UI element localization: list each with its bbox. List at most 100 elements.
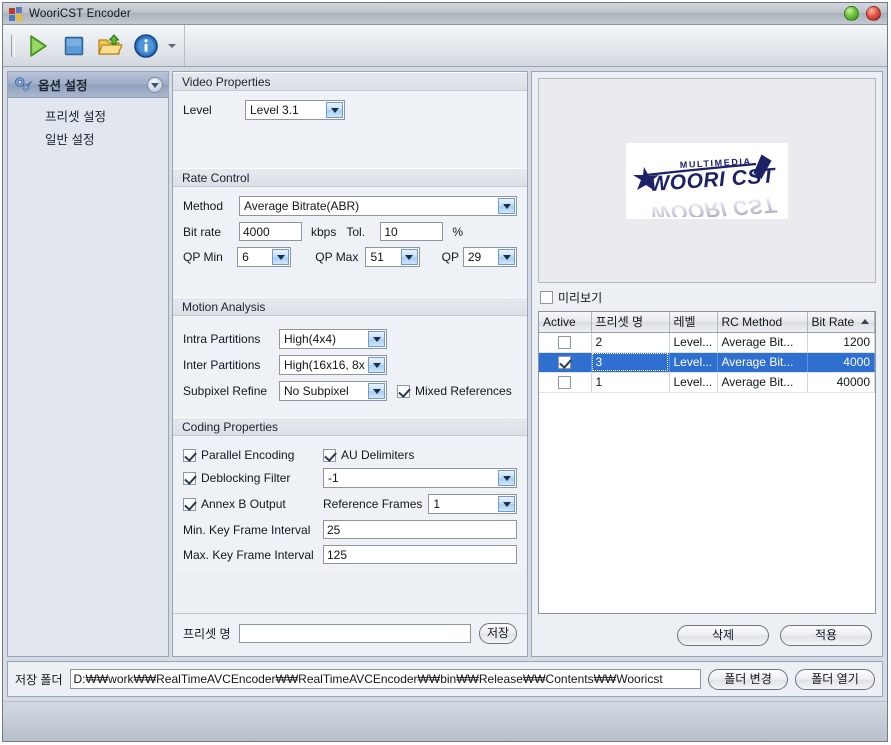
save-folder-input[interactable] [69, 669, 701, 689]
row-bitrate-cell: 40000 [807, 372, 875, 393]
max-key-frame-interval-label: Max. Key Frame Interval [183, 547, 314, 562]
chevron-down-icon[interactable] [498, 249, 516, 265]
preview-area: MULTIMEDIA WOORI CST WOORI CST [538, 78, 876, 283]
apply-preset-button[interactable]: 적용 [780, 624, 872, 646]
change-folder-button[interactable]: 폴더 변경 [708, 668, 788, 690]
row-level-cell: Level... [669, 372, 718, 393]
sidebar-item-preset-settings[interactable]: 프리셋 설정 [8, 106, 168, 129]
chevron-down-icon[interactable] [326, 102, 343, 118]
sidebar-header-label: 옵션 설정 [38, 79, 88, 93]
deblocking-filter-checkbox[interactable]: Deblocking Filter [183, 471, 323, 485]
qpmin-select[interactable]: 6 [237, 247, 292, 267]
preview-and-presets-panel: MULTIMEDIA WOORI CST WOORI CST 미리보기 Acti… [531, 71, 883, 657]
preview-checkbox-label: 미리보기 [558, 291, 603, 305]
reference-frames-label: Reference Frames [323, 497, 423, 511]
method-label: Method [183, 199, 224, 213]
qp-select[interactable]: 29 [462, 247, 518, 267]
about-button[interactable] [128, 29, 164, 63]
open-folder-button[interactable]: 폴더 열기 [795, 668, 875, 690]
mixed-references-checkbox[interactable]: Mixed References [397, 384, 512, 398]
deblocking-filter-select[interactable]: -1 [323, 468, 517, 488]
toolbar-drag-handle[interactable] [11, 34, 15, 57]
reference-frames-value: 1 [433, 497, 441, 511]
table-row[interactable]: 1 Level... Average Bit... 40000 [539, 372, 875, 393]
toolbar-overflow-button[interactable] [164, 29, 180, 63]
preset-table-element: Active 프리셋 명 레벨 RC Method Bit Rate 2 Lev… [539, 312, 875, 393]
annex-b-output-checkbox[interactable]: Annex B Output [183, 497, 323, 511]
table-row[interactable]: 2 Level... Average Bit... 1200 [539, 332, 875, 353]
row-active-checkbox[interactable] [558, 336, 572, 350]
au-delimiters-checkbox[interactable]: AU Delimiters [323, 448, 414, 462]
column-header-preset-name[interactable]: 프리셋 명 [591, 312, 670, 333]
row-active-checkbox[interactable] [558, 356, 572, 370]
start-encoding-button[interactable] [20, 29, 56, 63]
chevron-down-icon[interactable] [272, 249, 290, 265]
minimize-button[interactable] [844, 6, 859, 21]
stop-encoding-button[interactable] [56, 29, 92, 63]
row-active-cell[interactable] [539, 372, 592, 393]
info-icon [134, 33, 158, 58]
sidebar-item-general-settings[interactable]: 일반 설정 [8, 129, 168, 152]
column-header-level[interactable]: 레벨 [669, 312, 718, 333]
preset-name-input[interactable] [238, 624, 471, 643]
qp-value: 29 [467, 250, 482, 264]
gear-icon [14, 76, 32, 91]
row-level-cell: Level... [669, 332, 718, 353]
subpixel-refine-select[interactable]: No Subpixel [279, 381, 387, 401]
chevron-down-icon[interactable] [498, 470, 515, 486]
tol-input[interactable] [380, 222, 444, 241]
save-preset-button[interactable]: 저장 [479, 623, 517, 644]
row-active-cell[interactable] [539, 352, 592, 373]
sidebar-header[interactable]: 옵션 설정 [8, 72, 168, 98]
main-content: 옵션 설정 프리셋 설정 일반 설정 Video Properties Leve… [3, 67, 887, 657]
chevron-down-icon[interactable] [147, 77, 163, 93]
group-title-coding-properties: Coding Properties [173, 417, 527, 436]
chevron-down-icon[interactable] [498, 496, 515, 512]
min-key-frame-interval-input[interactable] [323, 520, 517, 539]
table-row[interactable]: 3 Level... Average Bit... 4000 [539, 352, 875, 373]
tol-label: Tol. [346, 224, 366, 239]
reference-frames-select[interactable]: 1 [428, 494, 517, 514]
bitrate-label: Bit rate [183, 224, 222, 239]
au-delimiters-label: AU Delimiters [341, 448, 415, 462]
close-button[interactable] [866, 6, 881, 21]
intra-partitions-select[interactable]: High(4x4) [279, 329, 387, 349]
inter-partitions-label: Inter Partitions [183, 358, 261, 372]
window-controls [844, 6, 881, 21]
annex-b-output-label: Annex B Output [201, 497, 286, 511]
group-title-video-properties: Video Properties [173, 72, 527, 91]
preview-checkbox[interactable]: 미리보기 [540, 289, 876, 306]
parallel-encoding-checkbox[interactable]: Parallel Encoding [183, 448, 323, 462]
open-folder-button[interactable] [92, 29, 128, 63]
inter-partitions-select[interactable]: High(16x16, 8x [279, 355, 387, 375]
group-coding-properties: Coding Properties Parallel Encoding AU D… [173, 417, 527, 574]
qpmin-label: QP Min [183, 250, 223, 264]
row-preset-name-cell: 3 [591, 352, 670, 373]
row-active-checkbox[interactable] [558, 376, 572, 390]
qpmax-select[interactable]: 51 [365, 247, 420, 267]
column-header-bit-rate[interactable]: Bit Rate [807, 312, 875, 333]
play-icon [30, 34, 47, 57]
chevron-down-icon[interactable] [368, 357, 385, 373]
max-key-frame-interval-input[interactable] [323, 545, 517, 564]
column-header-rc-method[interactable]: RC Method [717, 312, 808, 333]
checkbox-box [323, 448, 336, 462]
chevron-down-icon[interactable] [368, 331, 385, 347]
bitrate-input[interactable] [239, 222, 302, 241]
row-active-cell[interactable] [539, 332, 592, 353]
group-rate-control: Rate Control Method Average Bitrate(ABR)… [173, 168, 527, 297]
column-header-active[interactable]: Active [539, 312, 592, 333]
preset-name-label: 프리셋 명 [183, 627, 231, 641]
preset-actions: 삭제 적용 [538, 614, 876, 656]
chevron-down-icon[interactable] [400, 249, 418, 265]
row-rc-method-cell: Average Bit... [717, 372, 808, 393]
chevron-down-icon[interactable] [368, 383, 385, 399]
level-select[interactable]: Level 3.1 [245, 100, 345, 120]
table-header-row: Active 프리셋 명 레벨 RC Method Bit Rate [539, 312, 875, 333]
chevron-down-icon[interactable] [498, 198, 515, 214]
rc-method-select[interactable]: Average Bitrate(ABR) [239, 196, 517, 216]
tol-unit: % [452, 224, 464, 239]
sort-ascending-icon [861, 319, 869, 324]
delete-preset-button[interactable]: 삭제 [677, 624, 769, 646]
settings-panel: Video Properties Level Level 3.1 Rate Co… [172, 71, 528, 657]
